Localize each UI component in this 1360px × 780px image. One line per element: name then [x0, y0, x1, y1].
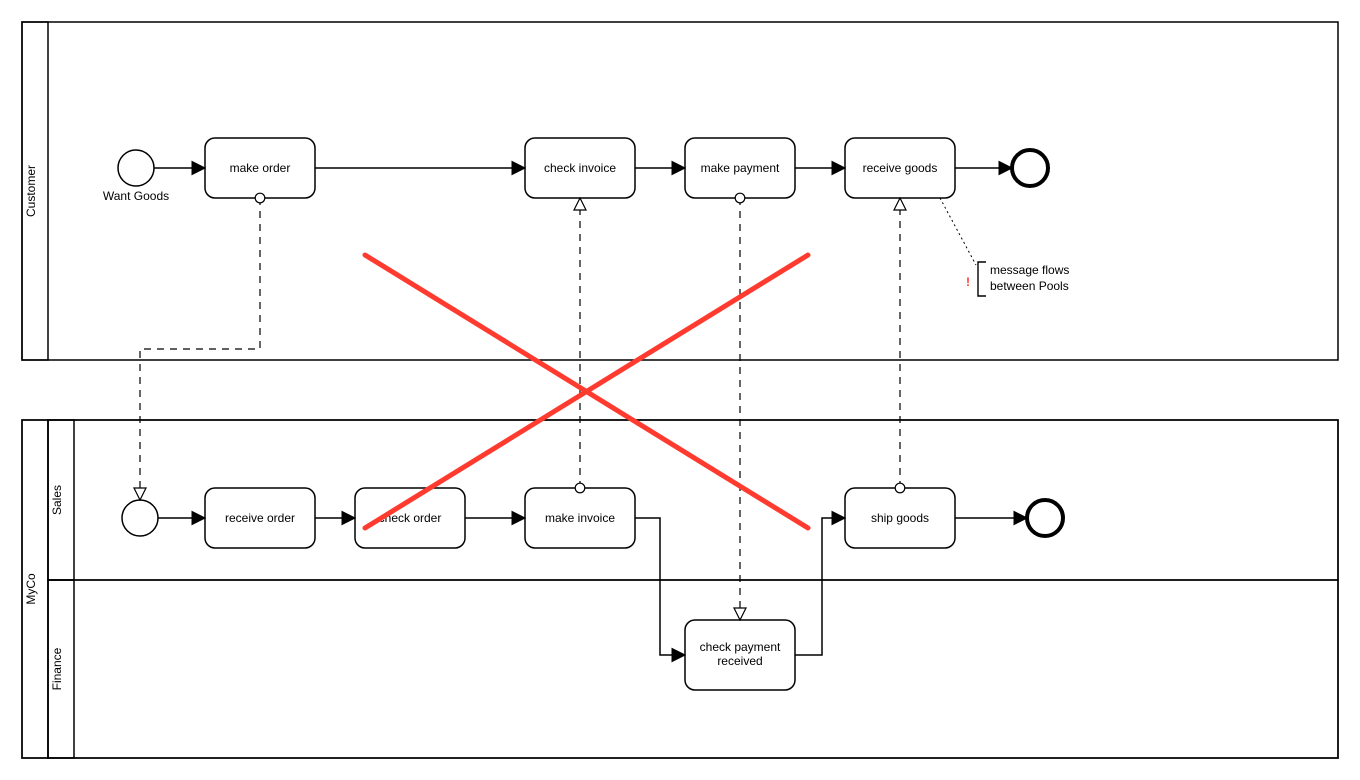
task-check-invoice-label: check invoice [544, 161, 616, 175]
task-receive-goods-label: receive goods [863, 161, 938, 175]
pool-customer-label: Customer [24, 165, 38, 217]
task-check-payment-received: check payment received [685, 620, 795, 690]
task-receive-order-label: receive order [225, 511, 295, 525]
annotation-marker: ! [966, 275, 970, 289]
error-cross-icon [365, 255, 808, 528]
task-ship-goods-label: ship goods [871, 511, 929, 525]
task-receive-order: receive order [205, 488, 315, 548]
pool-myco-label: MyCo [24, 573, 38, 605]
lane-sales-label: Sales [50, 485, 64, 515]
task-make-invoice-label: make invoice [545, 511, 615, 525]
task-check-payment-received-label-1: check payment [700, 640, 781, 654]
task-make-order: make order [205, 138, 315, 198]
start-event-label: Want Goods [103, 189, 169, 203]
end-event-customer [1012, 150, 1048, 186]
annotation-text-2: between Pools [990, 279, 1069, 293]
task-make-payment-label: make payment [701, 161, 780, 175]
msg-flow-order [140, 198, 260, 500]
seq-flow [795, 518, 845, 655]
start-event-want-goods: Want Goods [103, 150, 169, 203]
task-ship-goods: ship goods [845, 488, 955, 548]
start-event-myco [122, 500, 158, 536]
task-make-payment: make payment [685, 138, 795, 198]
task-make-order-label: make order [230, 161, 291, 175]
task-make-invoice: make invoice [525, 488, 635, 548]
task-check-payment-received-label-2: received [717, 654, 762, 668]
task-check-invoice: check invoice [525, 138, 635, 198]
lane-finance-label: Finance [50, 647, 64, 690]
end-event-myco [1027, 500, 1063, 536]
task-receive-goods: receive goods [845, 138, 955, 198]
annotation-text-1: message flows [990, 263, 1069, 277]
text-annotation: ! message flows between Pools [940, 198, 1069, 296]
task-check-order: check order [355, 488, 465, 548]
seq-flow [635, 518, 685, 655]
pool-myco: MyCo [22, 420, 1338, 758]
